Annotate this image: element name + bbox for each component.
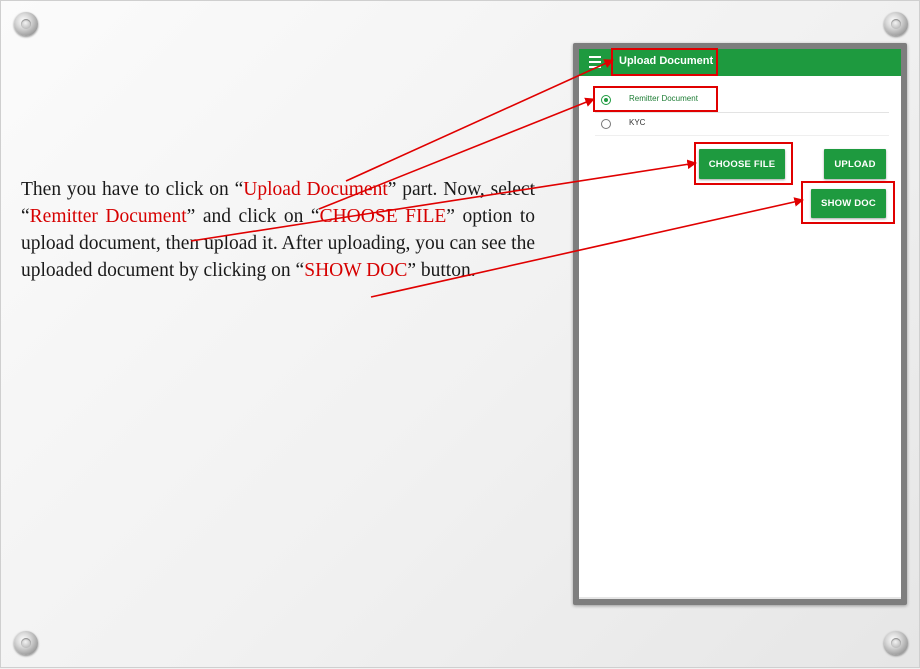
option-kyc[interactable]: KYC <box>579 112 889 136</box>
radio-unselected-icon[interactable] <box>601 119 611 129</box>
instruction-text: Then you have to click on “Upload Docume… <box>21 176 535 284</box>
instruction-text-part: ” button. <box>407 260 476 281</box>
highlight-show-doc: SHOW DOC <box>304 260 408 281</box>
option-label: KYC <box>629 118 646 127</box>
annotation-box-show-doc <box>801 181 895 224</box>
instruction-text-part: Then you have to click on “ <box>21 179 244 200</box>
screw-decoration-top-left <box>14 12 38 36</box>
divider <box>595 135 889 136</box>
annotation-box-upload-document <box>611 48 718 76</box>
screw-decoration-top-right <box>884 12 908 36</box>
phone-screenshot-frame: Upload Document Remitter Document KYC CH… <box>573 43 907 605</box>
screen-bottom-edge <box>579 597 901 599</box>
app-screen: Upload Document Remitter Document KYC CH… <box>579 49 901 599</box>
screw-decoration-bottom-right <box>884 631 908 655</box>
annotation-box-remitter-document <box>593 86 718 112</box>
highlight-remitter-document: Remitter Document <box>29 206 187 227</box>
highlight-upload-document: Upload Document <box>243 179 388 200</box>
slide-background: Then you have to click on “Upload Docume… <box>0 0 920 668</box>
upload-button[interactable]: UPLOAD <box>824 149 886 179</box>
annotation-box-choose-file <box>694 142 793 185</box>
instruction-text-part: ” and click on “ <box>186 206 320 227</box>
hamburger-menu-icon[interactable] <box>589 56 601 68</box>
highlight-choose-file: CHOOSE FILE <box>319 206 447 227</box>
screw-decoration-bottom-left <box>14 631 38 655</box>
